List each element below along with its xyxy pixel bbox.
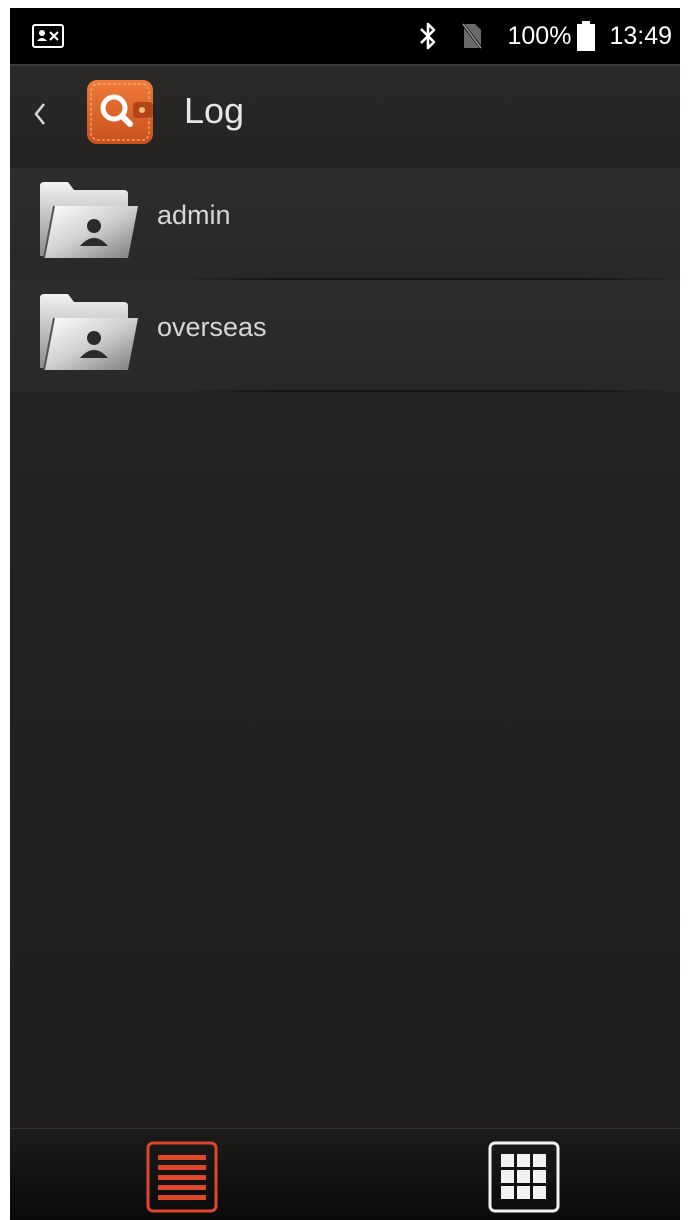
device-screen: 100% 13:49 Log admin overseas bbox=[10, 8, 680, 1220]
no-sim-icon bbox=[461, 22, 484, 50]
clock: 13:49 bbox=[609, 21, 672, 50]
empty-list-area bbox=[10, 392, 680, 1128]
folder-item-admin[interactable]: admin bbox=[10, 168, 680, 280]
action-bar: Log bbox=[10, 66, 680, 162]
folder-label: overseas bbox=[157, 312, 267, 342]
grid-view-icon[interactable] bbox=[488, 1141, 560, 1213]
wallet-search-icon[interactable] bbox=[85, 76, 155, 146]
chevron-left-icon[interactable] bbox=[22, 94, 58, 134]
bluetooth-icon bbox=[420, 22, 436, 50]
list-view-icon[interactable] bbox=[146, 1141, 218, 1213]
user-folder-icon bbox=[40, 294, 138, 371]
folder-item-overseas[interactable]: overseas bbox=[10, 280, 680, 392]
battery-full-icon bbox=[577, 21, 596, 51]
battery-percent: 100% bbox=[507, 21, 572, 50]
folder-list: admin overseas bbox=[10, 168, 680, 392]
page-title: Log bbox=[184, 90, 245, 131]
status-bar: 100% 13:49 bbox=[10, 8, 680, 64]
bottom-toolbar bbox=[10, 1128, 680, 1220]
folder-label: admin bbox=[157, 200, 231, 230]
contact-card-x-icon bbox=[32, 24, 64, 48]
user-folder-icon bbox=[40, 182, 138, 259]
